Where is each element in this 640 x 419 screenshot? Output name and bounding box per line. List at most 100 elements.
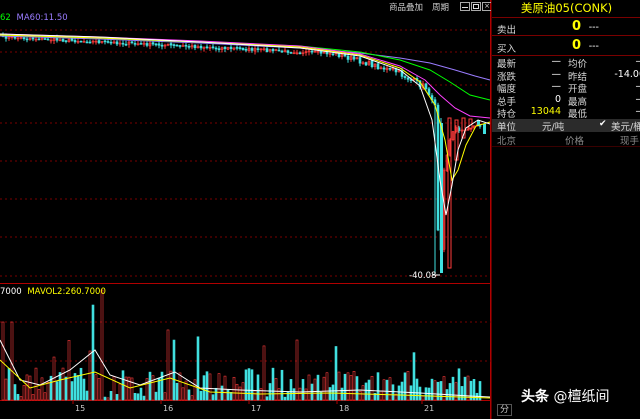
volume-bar: [16, 393, 20, 401]
volume-bar: [460, 386, 464, 401]
volume-bar: [22, 385, 26, 401]
volume-bar: [37, 389, 41, 401]
candle-body: [229, 46, 233, 49]
candle-body: [130, 41, 134, 44]
watermark-handle: @檀纸间: [553, 389, 610, 405]
volume-bar: [7, 368, 11, 401]
volume-bar: [178, 372, 182, 401]
restore-icon[interactable]: [471, 2, 481, 11]
candle-body: [175, 44, 179, 47]
candle-body: [352, 56, 356, 60]
ma-line-magenta: [0, 33, 491, 119]
volume-bar: [337, 371, 341, 401]
trades-header: 北京 价格 现手: [492, 133, 640, 147]
volume-bar: [280, 369, 284, 401]
volume-bar: [454, 382, 458, 401]
volume-bar: [103, 396, 107, 401]
candle-body: [319, 50, 323, 54]
volume-bar: [361, 385, 365, 401]
volume-bar: [223, 375, 227, 401]
candle-body: [205, 46, 209, 49]
volume-bar: [334, 346, 338, 401]
volume-bar: [385, 379, 389, 401]
volume-bar: [307, 374, 311, 401]
candle-body: [370, 60, 374, 68]
candle-body: [343, 54, 347, 57]
unit-row: 单位 元/吨 ✔ 美元/桶: [492, 119, 640, 133]
candle-body: [394, 68, 398, 73]
candle-body: [178, 45, 182, 47]
volume-bar: [448, 383, 452, 401]
volume-bar: [331, 384, 335, 401]
mavol2-label: MAVOL2:260.7000: [27, 287, 106, 297]
candle-body: [211, 46, 215, 49]
volume-bar: [190, 395, 194, 401]
candle-body: [169, 43, 173, 46]
candle-body: [25, 38, 29, 41]
volume-bar: [154, 391, 158, 401]
candle-body: [214, 47, 218, 50]
candle-body: [43, 38, 47, 40]
volume-bar: [100, 289, 104, 401]
candle-body: [85, 41, 89, 44]
candle-body: [331, 53, 335, 56]
buy-label: 买入: [497, 44, 517, 55]
unit-cny-option[interactable]: 元/吨: [542, 119, 564, 133]
volume-bar: [73, 373, 77, 401]
unit-usd-option[interactable]: 美元/桶: [611, 119, 640, 133]
volume-bar: [391, 384, 395, 401]
candle-body: [298, 52, 302, 55]
volume-bar: [316, 374, 320, 401]
quote-label: 最低: [568, 109, 588, 120]
candle-body: [277, 49, 281, 52]
volume-legend: 7000 MAVOL2:260.7000: [0, 287, 106, 297]
volume-bar: [118, 383, 122, 401]
volume-bar: [175, 382, 179, 401]
volume-bar: [151, 375, 155, 401]
low-marker-label: -40.08: [409, 271, 436, 281]
volume-bar: [208, 373, 212, 401]
candle-body: [424, 83, 428, 90]
volume-bar: [88, 350, 92, 401]
quote-label: 持仓: [497, 109, 517, 120]
candle-body: [193, 44, 197, 49]
period-button[interactable]: 周期: [432, 1, 449, 13]
overlay-button[interactable]: 商品叠加: [389, 1, 423, 13]
volume-bar: [268, 383, 272, 401]
volume-bar: [364, 382, 368, 401]
x-tick-label: 16: [163, 404, 173, 413]
volume-bar: [277, 388, 281, 401]
quote-row: 幅度—开盘—: [492, 81, 640, 95]
candle-body: [79, 40, 83, 43]
candle-body: [121, 42, 125, 45]
volume-bar: [127, 376, 131, 401]
minimize-icon[interactable]: [460, 2, 470, 11]
quote-row: 持仓 13044 最低 —: [492, 106, 640, 120]
candle-body: [73, 40, 77, 43]
volume-bar: [187, 389, 191, 401]
candlestick-chart[interactable]: -40.08 15 16 17 18 21: [0, 0, 491, 419]
volume-bar: [136, 393, 140, 401]
candle-body: [160, 44, 164, 47]
buy-price: ---: [588, 41, 599, 52]
volume-bar: [13, 384, 17, 401]
volume-bar: [214, 387, 218, 401]
volume-bar: [286, 391, 290, 401]
candle-body: [244, 48, 248, 51]
volume-bar: [142, 395, 146, 401]
chart-area[interactable]: -40.08 15 16 17 18 21 62 MA60:11.50 7000 MAVO…: [0, 0, 492, 419]
quote-value: 13044: [530, 106, 561, 117]
volume-bar: [292, 388, 296, 401]
volume-bar: [298, 387, 302, 401]
quote-value: -14.00: [614, 68, 640, 80]
volume-bar: [43, 392, 47, 401]
volume-bar: [376, 372, 380, 401]
contract-title: 美原油05(CONK): [520, 1, 613, 15]
volume-bar: [148, 371, 152, 401]
candle-body: [46, 38, 50, 41]
candle-body: [217, 48, 221, 50]
bottom-tab[interactable]: 分: [497, 404, 513, 416]
candle-body: [382, 67, 386, 70]
ma-legend: 62 MA60:11.50: [0, 13, 68, 23]
candle-body: [286, 50, 290, 53]
